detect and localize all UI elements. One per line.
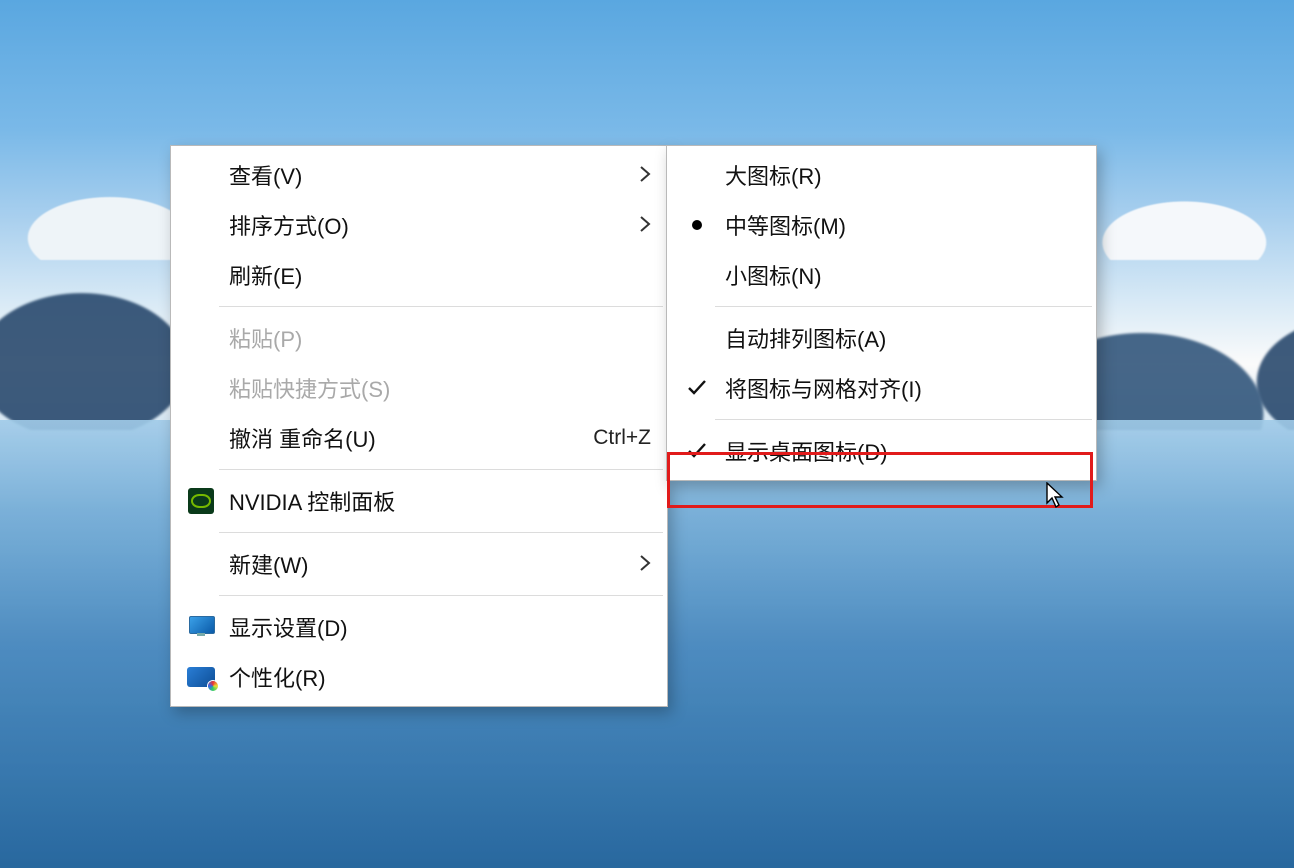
submenu-arrow-icon: [635, 212, 651, 238]
submenu-item-auto-arrange[interactable]: 自动排列图标(A): [669, 313, 1094, 363]
menu-item-label: 查看(V): [229, 159, 623, 191]
personalize-icon: [187, 667, 215, 687]
menu-item-refresh[interactable]: 刷新(E): [173, 250, 665, 300]
menu-item-label: 新建(W): [229, 548, 623, 580]
menu-item-label: 粘贴(P): [229, 322, 651, 354]
menu-item-new[interactable]: 新建(W): [173, 539, 665, 589]
menu-item-nvidia-control-panel[interactable]: NVIDIA 控制面板: [173, 476, 665, 526]
menu-separator: [219, 306, 663, 307]
nvidia-icon: [188, 488, 214, 514]
menu-separator: [715, 306, 1092, 307]
checkmark-icon: [687, 379, 707, 397]
menu-item-gutter: [669, 379, 725, 397]
menu-item-display-settings[interactable]: 显示设置(D): [173, 602, 665, 652]
view-submenu: 大图标(R) 中等图标(M) 小图标(N) 自动排列图标(A) 将图标与网格对齐…: [666, 145, 1097, 481]
monitor-icon: [187, 616, 215, 638]
submenu-arrow-icon: [635, 551, 651, 577]
menu-item-label: 自动排列图标(A): [725, 322, 1080, 354]
radio-bullet-icon: [692, 220, 702, 230]
menu-item-gutter: [669, 220, 725, 230]
menu-item-paste: 粘贴(P): [173, 313, 665, 363]
menu-item-label: 显示桌面图标(D): [725, 435, 1080, 467]
menu-item-gutter: [669, 442, 725, 460]
menu-item-label: 撤消 重命名(U): [229, 422, 573, 454]
menu-item-label: 显示设置(D): [229, 611, 651, 643]
menu-item-paste-shortcut: 粘贴快捷方式(S): [173, 363, 665, 413]
submenu-arrow-icon: [635, 162, 651, 188]
menu-item-gutter: [173, 488, 229, 514]
menu-item-label: 大图标(R): [725, 159, 1080, 191]
menu-item-label: 将图标与网格对齐(I): [725, 372, 1080, 404]
menu-item-sort-by[interactable]: 排序方式(O): [173, 200, 665, 250]
menu-item-accelerator: Ctrl+Z: [593, 426, 651, 450]
menu-item-label: 个性化(R): [229, 661, 651, 693]
menu-item-undo-rename[interactable]: 撤消 重命名(U) Ctrl+Z: [173, 413, 665, 463]
menu-item-gutter: [173, 616, 229, 638]
menu-item-label: 排序方式(O): [229, 209, 623, 241]
submenu-item-medium-icons[interactable]: 中等图标(M): [669, 200, 1094, 250]
menu-item-label: 小图标(N): [725, 259, 1080, 291]
submenu-item-small-icons[interactable]: 小图标(N): [669, 250, 1094, 300]
menu-item-label: NVIDIA 控制面板: [229, 485, 651, 517]
menu-item-label: 中等图标(M): [725, 209, 1080, 241]
menu-item-gutter: [173, 667, 229, 687]
menu-separator: [219, 532, 663, 533]
menu-item-view[interactable]: 查看(V): [173, 150, 665, 200]
menu-item-personalize[interactable]: 个性化(R): [173, 652, 665, 702]
desktop-context-menu: 查看(V) 排序方式(O) 刷新(E) 粘贴(P) 粘贴快捷方式(S) 撤消 重…: [170, 145, 668, 707]
menu-separator: [219, 469, 663, 470]
menu-item-label: 刷新(E): [229, 259, 651, 291]
menu-separator: [715, 419, 1092, 420]
submenu-item-large-icons[interactable]: 大图标(R): [669, 150, 1094, 200]
checkmark-icon: [687, 442, 707, 460]
submenu-item-align-to-grid[interactable]: 将图标与网格对齐(I): [669, 363, 1094, 413]
menu-item-label: 粘贴快捷方式(S): [229, 372, 651, 404]
submenu-item-show-desktop-icons[interactable]: 显示桌面图标(D): [669, 426, 1094, 476]
menu-separator: [219, 595, 663, 596]
